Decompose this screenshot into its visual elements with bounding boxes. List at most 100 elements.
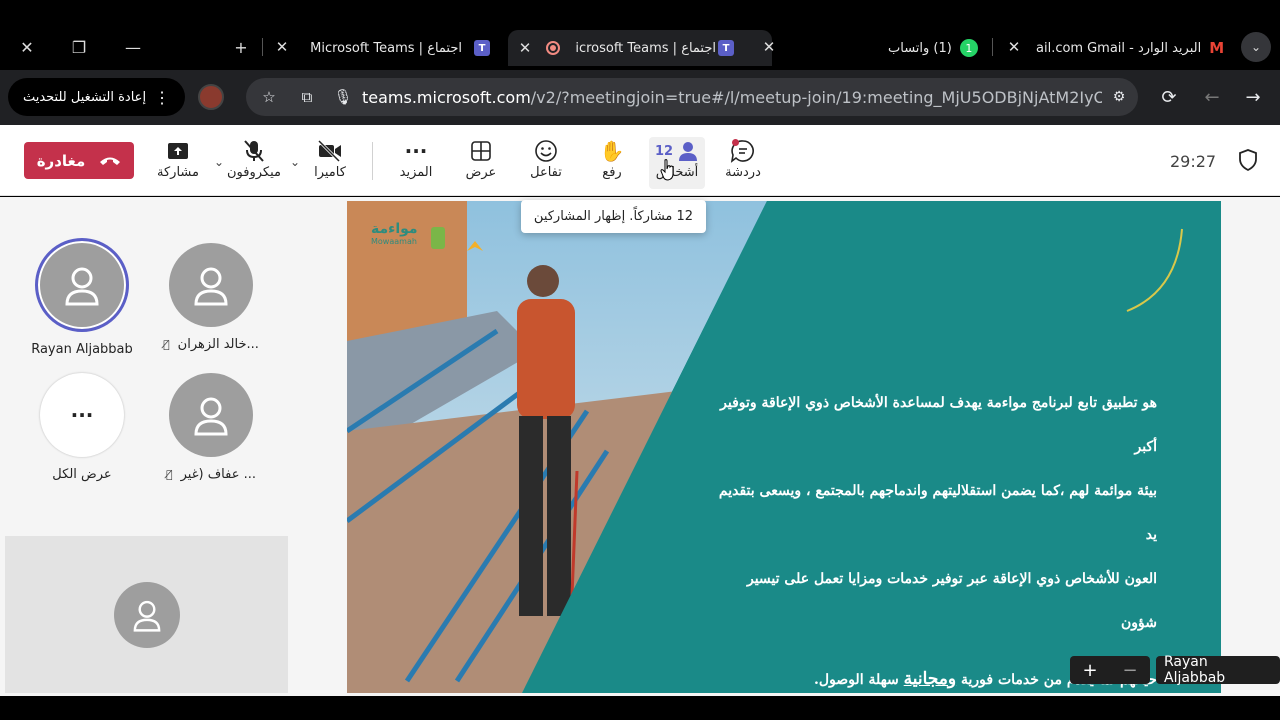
tab-gmail[interactable]: ail.com البريد الوارد - Gmail M (1036, 30, 1228, 66)
mic-off-icon: 🎙̸ (165, 468, 173, 481)
install-app-icon[interactable]: ⧉ (294, 84, 320, 110)
gmail-icon: M (1209, 39, 1225, 57)
update-restart-button[interactable]: إعادة التشغيل للتحديث ⋮ (8, 78, 185, 116)
people-icon (679, 142, 698, 161)
mowaamah-logo: مواءمة Mowaamah (371, 221, 418, 246)
meeting-stage: Rayan Aljabbab 🎙̸ خالد الزهران... ··· عرض… (0, 197, 1280, 696)
tab-title-suffix: ail.com (1036, 40, 1084, 56)
bookmark-star-icon[interactable]: ☆ (256, 84, 282, 110)
mic-off-icon: 🎙̸ (163, 338, 170, 351)
person-icon (194, 267, 228, 306)
microphone-button[interactable]: ميكروفون (224, 137, 284, 189)
hand-cursor-icon (660, 159, 674, 181)
back-icon[interactable]: → (1240, 84, 1266, 110)
meeting-controls-bar: مغادرة مشاركة ⌄ ميكروفون ⌄ كاميرا ··· ال… (0, 125, 1280, 196)
share-icon (168, 143, 188, 159)
camera-label: كاميرا (314, 165, 346, 180)
tab-title: اجتماع | Microsoft Teams (310, 40, 462, 56)
tab-close-icon[interactable]: ✕ (758, 36, 780, 58)
profile-avatar[interactable] (198, 84, 224, 110)
chat-button[interactable]: دردشة (713, 137, 773, 189)
update-label: إعادة التشغيل للتحديث (22, 89, 147, 105)
mic-options-chevron-icon[interactable]: ⌄ (214, 155, 224, 169)
meeting-timer: 29:27 (1170, 152, 1217, 171)
person-icon (133, 600, 160, 632)
teams-icon: T (474, 40, 490, 56)
share-button[interactable]: مشاركة (148, 137, 208, 189)
mic-off-icon (244, 140, 264, 162)
participant-name: 🎙̸ خالد الزهران... (163, 337, 259, 352)
tab-teams-1[interactable]: اجتماع | Microsoft Teams T (310, 30, 500, 66)
recording-icon (546, 41, 560, 55)
restore-window-button[interactable]: ❐ (64, 33, 94, 61)
whatsapp-icon: 1 (959, 39, 978, 57)
new-tab-button[interactable]: + (226, 33, 256, 61)
view-button[interactable]: عرض (451, 137, 511, 189)
browser-toolbar: إعادة التشغيل للتحديث ⋮ ☆ ⧉ 🎙 teams.micr… (0, 70, 1280, 125)
people-tooltip: 12 مشاركاً. إظهار المشاركين (521, 200, 706, 233)
browser-tab-strip: ✕ ❐ — + ✕ اجتماع | Microsoft Teams T ✕ ا… (0, 0, 1280, 70)
shared-content[interactable]: مواءمة Mowaamah هو تطبيق تابع لبرنامج مو… (347, 201, 1221, 693)
participant-tile[interactable]: Rayan Aljabbab (22, 238, 142, 357)
address-bar[interactable]: ☆ ⧉ 🎙 teams.microsoft.com/v2/?meetingjoi… (246, 78, 1138, 116)
url-text[interactable]: teams.microsoft.com/v2/?meetingjoin=true… (362, 88, 1102, 107)
participant-tile[interactable]: 🎙̸ خالد الزهران... (151, 243, 271, 352)
microphone-label: ميكروفون (227, 165, 281, 180)
tab-whatsapp[interactable]: (1) واتساب 1 (888, 30, 984, 66)
zoom-out-button[interactable]: − (1122, 660, 1137, 681)
reload-icon[interactable]: ⟳ (1156, 84, 1182, 110)
more-horizontal-icon: ··· (40, 373, 124, 457)
grid-view-icon (471, 141, 491, 161)
leave-button[interactable]: مغادرة (24, 142, 134, 179)
more-vert-icon: ⋮ (154, 87, 171, 107)
tab-title: اجتماع | icrosoft Teams (575, 40, 716, 56)
people-count: 12 (654, 143, 674, 159)
leave-label: مغادرة (36, 151, 86, 170)
view-all-tile[interactable]: ··· عرض الكل (22, 373, 142, 482)
forward-icon[interactable]: ← (1199, 84, 1225, 110)
camera-button[interactable]: كاميرا (300, 137, 360, 189)
view-all-label: عرض الكل (52, 467, 112, 482)
raise-label: رفع (602, 165, 622, 180)
smiley-icon (535, 140, 557, 162)
participant-name: Rayan Aljabbab (31, 342, 133, 357)
more-button[interactable]: ··· المزيد (386, 137, 446, 189)
screen: ✕ ❐ — + ✕ اجتماع | Microsoft Teams T ✕ ا… (0, 0, 1280, 720)
microphone-icon[interactable]: 🎙 (330, 84, 356, 110)
tab-close-icon[interactable]: ✕ (514, 37, 536, 59)
avatar (113, 581, 180, 648)
site-info-icon[interactable]: ⚙ (1106, 84, 1132, 110)
person-icon (194, 397, 228, 436)
minimize-window-button[interactable]: — (118, 33, 148, 61)
react-label: تفاعل (530, 165, 562, 180)
avatar (35, 238, 129, 332)
chat-label: دردشة (725, 165, 761, 180)
tab-close-icon[interactable]: ✕ (1003, 36, 1025, 58)
tab-teams-active[interactable]: ✕ اجتماع | icrosoft Teams T (508, 30, 772, 66)
close-window-button[interactable]: ✕ (12, 33, 42, 61)
self-video-tile[interactable] (5, 536, 288, 693)
presenter-name-tag: Rayan Aljabbab (1156, 654, 1280, 686)
participant-tile[interactable]: 🎙̸ عفاف (غير ... (151, 373, 271, 482)
unread-dot (732, 139, 739, 146)
camera-off-icon (317, 140, 341, 162)
slide-body-text: هو تطبيق تابع لبرنامج مواءمة يهدف لمساعد… (718, 395, 1157, 689)
tab-search-button[interactable]: ⌄ (1241, 32, 1271, 62)
person-icon (65, 267, 99, 306)
react-button[interactable]: تفاعل (516, 137, 576, 189)
tab-title: (1) واتساب (888, 40, 952, 56)
people-button[interactable]: 12 أشخاص (649, 137, 705, 189)
tab-title: البريد الوارد - Gmail (1087, 40, 1202, 56)
participant-name: 🎙̸ عفاف (غير ... (165, 467, 256, 482)
zoom-in-button[interactable]: + (1082, 660, 1097, 681)
teams-icon: T (718, 40, 734, 56)
raise-hand-button[interactable]: ✋ رفع (582, 137, 642, 189)
bottom-bar (0, 696, 1280, 720)
shield-icon[interactable] (1238, 149, 1258, 171)
zoom-controls: + − (1070, 656, 1150, 684)
camera-options-chevron-icon[interactable]: ⌄ (290, 155, 300, 169)
avatar (169, 243, 253, 327)
raise-hand-icon: ✋ (599, 139, 625, 163)
tab-close-icon[interactable]: ✕ (271, 36, 293, 58)
view-label: عرض (465, 165, 497, 180)
